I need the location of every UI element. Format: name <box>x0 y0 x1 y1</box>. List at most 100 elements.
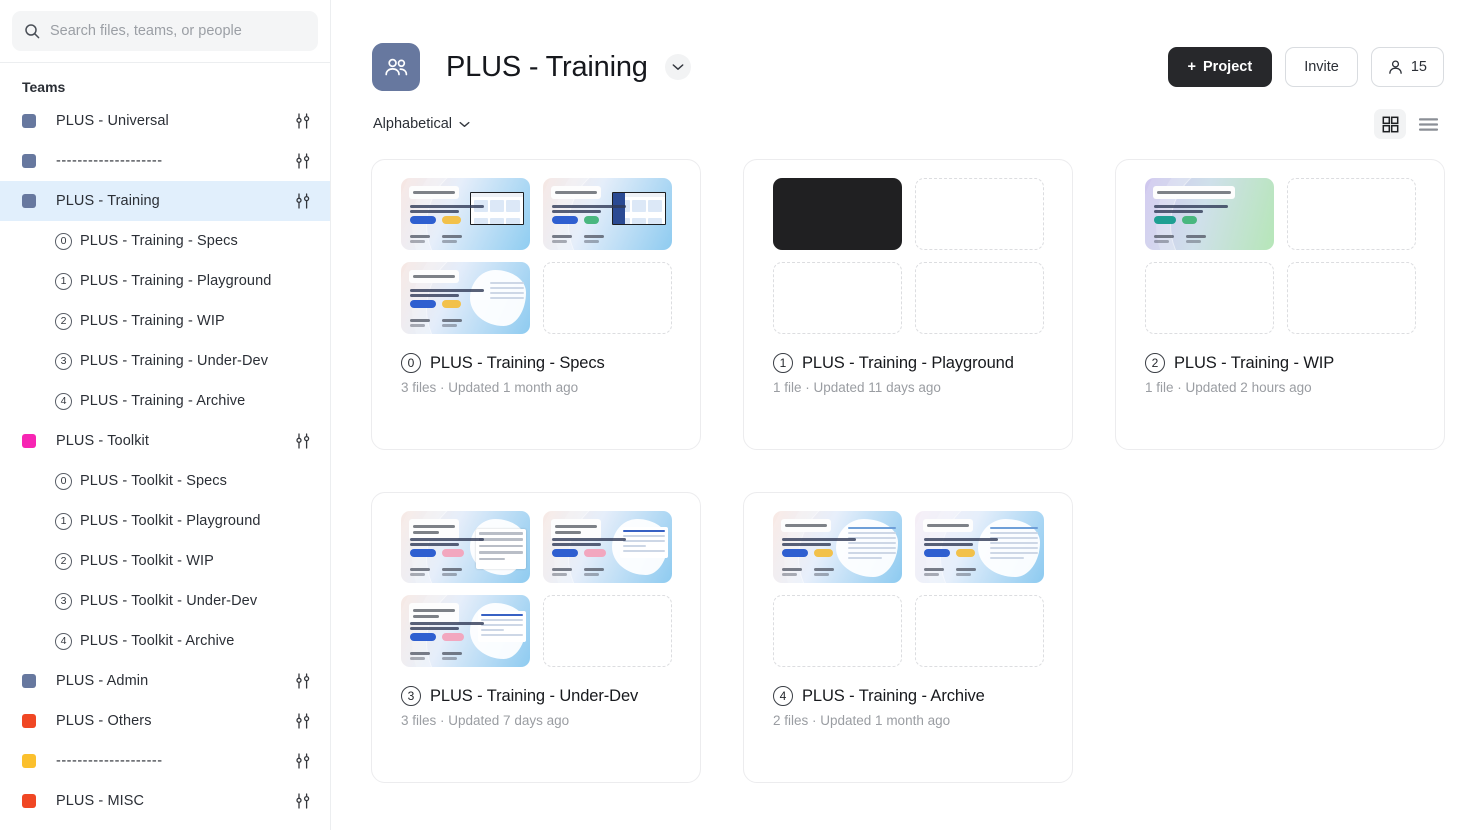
sidebar-team-row[interactable]: PLUS - Others <box>0 701 330 741</box>
sliders-icon[interactable] <box>294 712 312 730</box>
slide-preview <box>543 178 672 250</box>
members-button[interactable]: 15 <box>1370 47 1444 87</box>
team-menu-chevron-button[interactable] <box>664 54 691 80</box>
list-view-icon <box>1418 117 1438 131</box>
project-number-badge: 2 <box>55 552 72 570</box>
search-icon <box>25 24 40 39</box>
sidebar-project-row[interactable]: 4 PLUS - Toolkit - Archive <box>0 621 330 661</box>
file-thumbnail[interactable] <box>543 178 672 250</box>
sidebar-project-row[interactable]: 1 PLUS - Training - Playground <box>0 261 330 301</box>
chevron-down-icon <box>672 64 684 70</box>
sidebar-project-label: PLUS - Toolkit - Playground <box>80 513 261 529</box>
sliders-icon[interactable] <box>294 192 312 210</box>
slide-tags <box>410 300 461 308</box>
sidebar-project-row[interactable]: 4 PLUS - Training - Archive <box>0 381 330 421</box>
slide-title-block <box>551 519 601 540</box>
sidebar-team-row[interactable]: PLUS - Admin <box>0 661 330 701</box>
project-card[interactable]: 2 PLUS - Training - WIP 1 file · Updated 2… <box>1115 159 1445 450</box>
search-box[interactable] <box>12 11 318 51</box>
view-toggle-group <box>1374 109 1444 139</box>
slide-lines <box>620 527 668 558</box>
page-header: PLUS - Training + Project Invite 15 <box>331 0 1474 98</box>
team-people-icon <box>384 58 407 75</box>
sidebar-project-label: PLUS - Training - Specs <box>80 233 238 249</box>
sidebar-project-row[interactable]: 2 PLUS - Toolkit - WIP <box>0 541 330 581</box>
file-thumbnail[interactable] <box>401 595 530 667</box>
file-thumbnail[interactable] <box>1145 178 1274 250</box>
sidebar-project-row[interactable]: 0 PLUS - Toolkit - Specs <box>0 461 330 501</box>
sidebar-team-row[interactable]: -------------------- <box>0 741 330 781</box>
slide-meta <box>924 568 976 576</box>
page-title: PLUS - Training <box>446 50 648 83</box>
project-card[interactable]: 4 PLUS - Training - Archive 2 files · Upda… <box>743 492 1073 783</box>
sidebar: Teams PLUS - Universal ------------------… <box>0 0 331 830</box>
slide-tag-pill <box>814 549 833 557</box>
file-thumbnail[interactable] <box>401 178 530 250</box>
slide-preview <box>401 511 530 583</box>
slide-tag-pill <box>584 549 606 557</box>
project-meta: 3 files · Updated 1 month ago <box>401 380 579 395</box>
sidebar-project-row[interactable]: 0 PLUS - Training - Specs <box>0 221 330 261</box>
project-number-badge: 3 <box>401 686 421 706</box>
empty-thumbnail-slot <box>543 595 672 667</box>
project-card[interactable]: 1 PLUS - Training - Playground 1 file · Up… <box>743 159 1073 450</box>
project-card[interactable]: 0 PLUS - Training - Specs 3 files · Update… <box>371 159 701 450</box>
empty-thumbnail-slot <box>773 262 902 334</box>
sliders-icon[interactable] <box>294 792 312 810</box>
project-number-badge: 3 <box>55 592 72 610</box>
slide-tag-pill <box>1154 216 1176 224</box>
sidebar-project-row[interactable]: 1 PLUS - Toolkit - Playground <box>0 501 330 541</box>
team-color-swatch <box>22 154 36 168</box>
sidebar-team-label: PLUS - Universal <box>56 113 169 129</box>
file-thumbnail[interactable] <box>915 511 1044 583</box>
new-project-button[interactable]: + Project <box>1167 47 1273 87</box>
project-number-badge: 1 <box>773 353 793 373</box>
sidebar-project-row[interactable]: 3 PLUS - Training - Under-Dev <box>0 341 330 381</box>
file-thumbnail[interactable] <box>401 262 530 334</box>
sidebar-team-row[interactable]: PLUS - Universal <box>0 101 330 141</box>
slide-lines <box>478 611 526 642</box>
slide-subtitle-lines <box>410 205 484 215</box>
project-number-badge: 2 <box>55 312 72 330</box>
sidebar-project-label: PLUS - Toolkit - Under-Dev <box>80 593 258 609</box>
sidebar-team-row[interactable]: PLUS - Toolkit <box>0 421 330 461</box>
grid-view-button[interactable] <box>1374 109 1406 139</box>
list-view-button[interactable] <box>1412 109 1444 139</box>
slide-subtitle-lines <box>924 538 998 548</box>
file-thumbnail[interactable] <box>773 178 902 250</box>
slide-title-block <box>551 186 601 199</box>
team-avatar <box>372 43 420 91</box>
sidebar-team-row[interactable]: PLUS - MISC <box>0 781 330 821</box>
project-meta: 1 file · Updated 11 days ago <box>773 380 941 395</box>
sort-label: Alphabetical <box>373 116 452 132</box>
sliders-icon[interactable] <box>294 672 312 690</box>
sidebar-project-row[interactable]: 2 PLUS - Training - WIP <box>0 301 330 341</box>
sidebar-project-label: PLUS - Training - Archive <box>80 393 246 409</box>
invite-button[interactable]: Invite <box>1285 47 1358 87</box>
slide-tags <box>410 549 464 557</box>
slide-meta <box>410 319 462 327</box>
sidebar-team-row[interactable]: PLUS - Training <box>0 181 330 221</box>
file-thumbnail[interactable] <box>401 511 530 583</box>
search-input[interactable] <box>50 23 306 39</box>
project-card[interactable]: 3 PLUS - Training - Under-Dev 3 files · Up… <box>371 492 701 783</box>
project-number-badge: 0 <box>55 472 72 490</box>
file-thumbnail[interactable] <box>543 511 672 583</box>
sliders-icon[interactable] <box>294 152 312 170</box>
sidebar-team-label: PLUS - MISC <box>56 793 145 809</box>
sliders-icon[interactable] <box>294 432 312 450</box>
sidebar-project-label: PLUS - Training - Playground <box>80 273 272 289</box>
sliders-icon[interactable] <box>294 112 312 130</box>
slide-title-block <box>409 603 459 624</box>
sort-dropdown[interactable]: Alphabetical <box>373 116 470 132</box>
slide-preview <box>401 595 530 667</box>
file-thumbnail[interactable] <box>773 511 902 583</box>
chevron-down-icon <box>459 121 470 127</box>
slide-tags <box>782 549 833 557</box>
sidebar-team-row[interactable]: -------------------- <box>0 141 330 181</box>
sidebar-project-row[interactable]: 3 PLUS - Toolkit - Under-Dev <box>0 581 330 621</box>
sidebar-team-label: PLUS - Toolkit <box>56 433 150 449</box>
sliders-icon[interactable] <box>294 752 312 770</box>
sidebar-team-label: -------------------- <box>56 753 163 769</box>
slide-subtitle-lines <box>410 538 484 548</box>
